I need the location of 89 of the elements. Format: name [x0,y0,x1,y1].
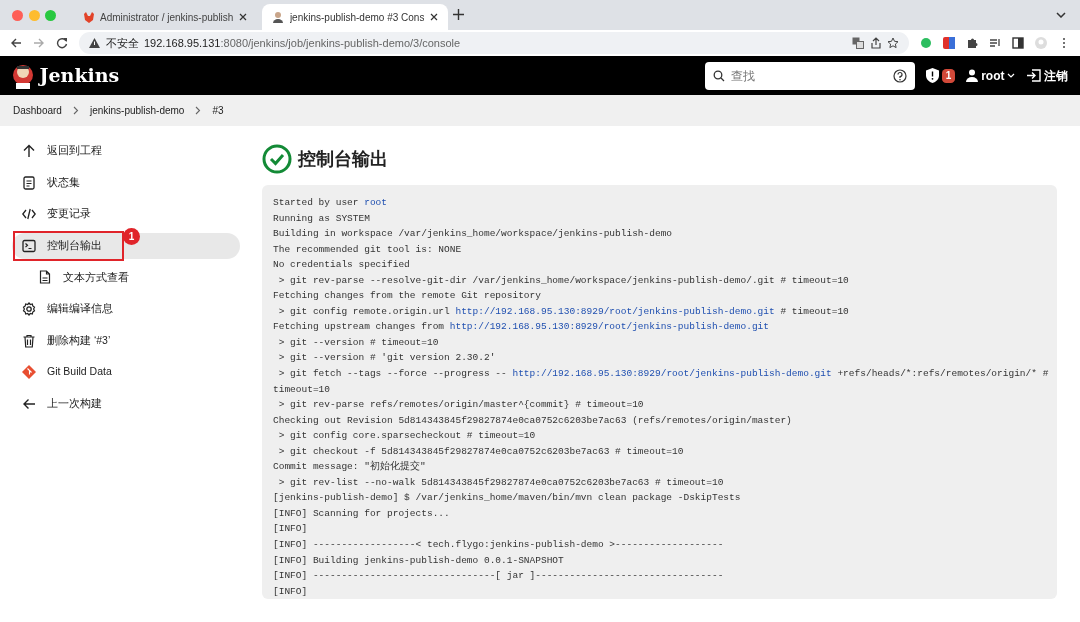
console-text: [INFO] Scanning for projects... [273,507,450,519]
console-link[interactable]: http://192.168.95.130:8929/root/jenkins-publish-demo.git [512,368,832,379]
chevron-icon [72,106,79,115]
page-title: 控制台输出 [297,147,388,171]
avatar-icon [272,11,285,23]
fox-icon [82,11,95,23]
console-text: Commit message: "初始化提交" [273,461,426,473]
console-text: > git config remote.origin.url [277,305,451,317]
security-warning: 不安全 [105,35,139,51]
terminal-icon [22,238,36,253]
console-text: Started by user [273,197,360,208]
breadcrumb-link[interactable]: jenkins-publish-demo [89,103,185,118]
console-text: [INFO] [273,523,308,535]
close-icon[interactable] [429,13,438,21]
console-text: [INFO] --------------------------------[ jar ]--------------------------------- [273,570,724,582]
breadcrumb-link[interactable]: Dashboard [13,103,62,118]
console-text: Fetching upstream changes from [273,321,446,333]
console-text: No credentials specified [273,259,410,271]
console-link[interactable]: http://192.168.95.130:8929/root/jenkins-publish-demo.git [449,321,769,333]
star-icon[interactable] [887,37,899,49]
console-text: [INFO] ------------------< tech.flygo:jenkins-publish-demo >------------------- [273,539,724,551]
console-text: The recommended git tool is: NONE [273,243,462,255]
gear-icon [22,301,36,316]
console-text: > git --version # timeout=10 [277,336,439,348]
browser-tab[interactable]: jenkins-publish-demo #3 Cons [262,4,448,30]
console-text: > git checkout -f 5d814343845f29827874e0ca0752c6203be7ac63 # timeout=10 [277,445,684,457]
brand-name[interactable]: Jenkins [39,61,120,90]
sidebar-item[interactable]: 返回到工程 [12,138,240,164]
help-icon[interactable] [893,68,908,83]
console-text: Running as SYSTEM [273,212,370,224]
annotation-number: 1 [123,227,140,245]
up-arrow-icon [22,144,36,158]
puzzle-icon[interactable] [966,37,978,49]
console-text: > git rev-list --no-walk 5d814343845f29827874e0ca0752c6203be7ac63 # timeout=10 [277,476,724,488]
shield-alert-icon[interactable] [926,68,940,83]
console-text: Building in workspace /var/jenkins_home/workspace/jenkins-publish-demo [273,228,673,240]
left-arrow-icon [22,396,36,411]
console-link[interactable]: root [364,197,388,208]
console-text: timeout=10 [273,383,330,395]
console-text: # timeout=10 [779,305,849,317]
warning-icon [89,38,100,48]
user-menu[interactable]: root [966,66,1016,85]
console-text: [INFO] [273,585,308,597]
console-text: > git config core.sparsecheckout # timeout=10 [277,430,536,442]
alert-count-badge[interactable]: 1 [941,68,956,83]
sidebar-item[interactable]: 文本方式查看 [12,264,240,291]
console-text: Fetching changes from the remote Git repository [273,290,541,302]
translate-icon[interactable] [852,37,864,49]
sidebar-item[interactable]: 编辑编译信息 [12,295,240,322]
console-text: +refs/heads/*:refs/remotes/origin/* # [836,368,1049,379]
git-diamond-icon [22,365,36,380]
new-tab-icon[interactable] [453,8,465,20]
close-icon[interactable] [238,13,247,21]
console-text: [INFO] Building jenkins-publish-demo 0.0.1-SNAPSHOT [273,554,564,566]
search-box[interactable]: 查找 [705,61,916,90]
console-text: > git rev-parse --resolve-git-dir /var/jenkins_home/workspace/jenkins-publish-demo/.git # timeout=10 [277,274,849,286]
side-panel-icon[interactable] [1012,37,1024,49]
success-check-icon [262,144,292,174]
butler-logo-icon[interactable] [12,62,34,89]
sidebar-item[interactable]: 变更记录 [12,201,240,228]
playlist-icon[interactable] [989,37,1001,49]
search-icon [713,69,726,82]
console-text: > git rev-parse refs/remotes/origin/master^{commit} # timeout=10 [277,399,644,411]
console-text: [jenkins-publish-demo] $ /var/jenkins_home/maven/bin/mvn clean package -DskipTests [273,492,741,504]
text-file-icon [38,270,52,285]
back-icon[interactable] [10,37,22,49]
url-text: 192.168.95.131:8080/jenkins/job/jenkins-publish-demo/3/console [144,35,461,51]
tabs-dropdown-icon[interactable] [1056,12,1066,18]
caret-icon [1007,73,1016,78]
logout-link[interactable]: 注销 [1026,66,1068,85]
breadcrumb-link[interactable]: #3 [212,103,224,118]
address-bar[interactable]: 不安全 192.168.95.131:8080/jenkins/job/jenkins-publish-demo/3/console [79,32,909,54]
sidebar-item[interactable]: 上一次构建 [12,390,240,417]
logout-icon [1026,69,1042,82]
share-icon[interactable] [869,37,882,49]
trash-icon [22,333,36,348]
sidebar-item[interactable]: 删除构建 ‘#3’ [12,327,240,354]
console-text: > git fetch --tags --force --progress -- [277,368,508,379]
user-icon [966,69,979,82]
code-icon [22,207,36,222]
console-text: Checking out Revision 5d814343845f29827874e0ca0752c6203be7ac63 (refs/remotes/origin/master) [273,414,792,426]
chevron-icon [195,106,202,115]
sidebar-item[interactable]: 状态集 [12,169,240,196]
browser-tab[interactable]: Administrator / jenkins-publish [72,4,257,30]
reload-icon[interactable] [56,37,68,49]
document-icon [22,175,36,190]
console-link[interactable]: http://192.168.95.130:8929/root/jenkins-publish-demo.git [455,305,775,317]
console-text: > git --version # 'git version 2.30.2' [277,352,496,364]
sidebar-item[interactable]: Git Build Data [12,359,240,386]
